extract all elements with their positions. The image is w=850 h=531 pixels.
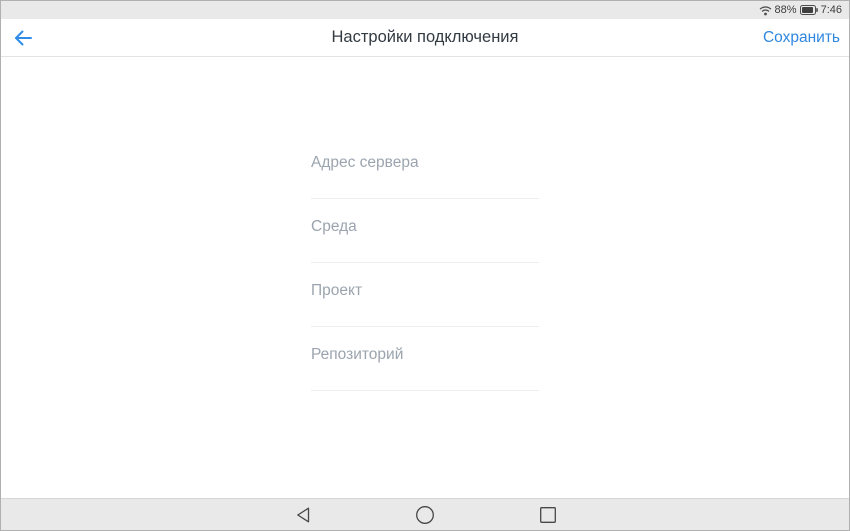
environment-input[interactable]	[311, 217, 539, 263]
battery-percent: 88%	[775, 4, 797, 16]
project-input[interactable]	[311, 281, 539, 327]
back-triangle-icon	[295, 506, 311, 524]
nav-bar	[1, 498, 849, 530]
battery-icon	[800, 5, 818, 15]
header: Настройки подключения Сохранить	[1, 19, 849, 57]
back-arrow-icon	[13, 29, 33, 47]
content	[1, 57, 849, 498]
clock: 7:46	[821, 4, 842, 16]
recents-square-icon	[540, 506, 557, 523]
back-button[interactable]	[11, 27, 35, 49]
nav-recents-button[interactable]	[536, 502, 561, 527]
nav-home-button[interactable]	[412, 501, 439, 528]
save-button[interactable]: Сохранить	[763, 27, 840, 49]
repository-input[interactable]	[311, 345, 539, 391]
status-bar: 88% 7:46	[1, 1, 849, 19]
screen: 88% 7:46 Настройки подключения Сохранить	[0, 0, 850, 531]
connection-form	[311, 153, 539, 391]
home-circle-icon	[416, 505, 435, 524]
wifi-icon	[759, 5, 772, 16]
nav-back-button[interactable]	[291, 502, 315, 528]
page-title: Настройки подключения	[1, 28, 849, 47]
server-address-input[interactable]	[311, 153, 539, 199]
